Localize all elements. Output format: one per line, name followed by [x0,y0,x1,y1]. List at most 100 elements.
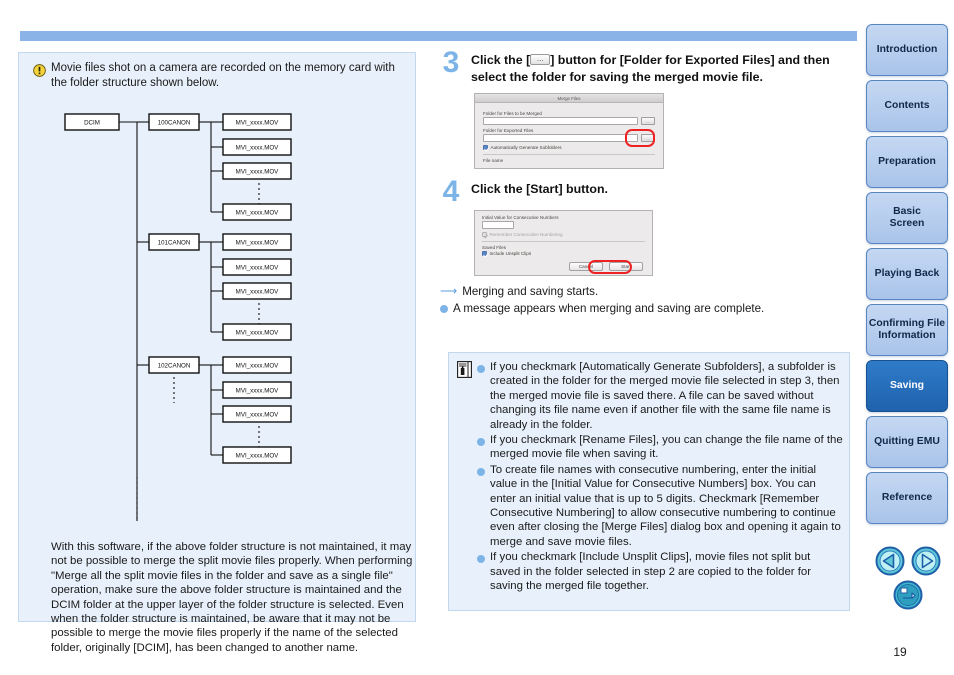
tree-node-label: MVI_xxxx.MOV [236,453,280,460]
export-folder-input[interactable] [483,134,638,142]
sidebar-item-basic-screen[interactable]: Basic Screen [866,192,948,244]
tree-node-label: MVI_xxxx.MOV [236,210,280,217]
return-to-index-icon[interactable] [893,580,923,610]
dialog-button-row: Cancel Start [482,262,645,271]
arrow-icon: ⟶ [440,284,458,298]
dialog-body-2: Initial Value for Consecutive Numbers Re… [475,211,652,275]
note-panel: If you checkmark [Automatically Generate… [448,352,850,611]
bullet-icon [477,365,485,373]
tree-node-file-2-0: MVI_xxxx.MOV [222,356,292,374]
tree-node-label: MVI_xxxx.MOV [236,388,280,395]
source-folder-input[interactable] [483,117,638,125]
source-browse-button[interactable]: ... [641,117,655,125]
caution-note: Movie files shot on a camera are recorde… [33,61,411,90]
tree-node-folder-0: 100CANON [148,113,200,131]
note-item-3: If you checkmark [Include Unsplit Clips]… [477,550,843,593]
dialog-title: Merge Files [475,94,663,103]
dialog-divider [483,154,655,155]
result-item-0: ⟶ Merging and saving starts. [440,284,850,299]
tree-node-label: MVI_xxxx.MOV [236,363,280,370]
remember-numbering-checkbox-row[interactable]: Remember Consecutive Numbering [482,232,645,237]
note-list: If you checkmark [Automatically Generate… [477,360,843,595]
bullet-icon [477,555,485,564]
previous-page-icon[interactable] [875,546,905,576]
step-4-text: Click the [Start] button. [471,182,608,196]
source-folder-row: ... [483,117,655,125]
cancel-button[interactable]: Cancel [569,262,603,271]
bullet-icon [477,467,485,476]
initial-value-label: Initial Value for Consecutive Numbers [482,215,559,220]
folder-tree-diagram: DCIM 100CANON MVI_xxxx.MOV MVI_xxxx.MOV [47,111,317,531]
dialog-body: Folder for Files to be Merged ... Folder… [475,103,663,168]
return-nav-row [872,580,944,610]
result-text: A message appears when merging and savin… [453,302,765,315]
export-browse-button[interactable]: ... [641,134,655,142]
note-icon [457,361,472,378]
merge-files-dialog-screenshot-1: Merge Files Folder for Files to be Merge… [474,93,664,169]
include-unsplit-checkbox-row[interactable]: Include Unsplit Clips [482,251,645,256]
folder-structure-paragraph: With this software, if the above folder … [51,541,413,654]
initial-value-input[interactable] [482,221,514,229]
note-text: If you checkmark [Automatically Generate… [490,361,840,431]
step-3: 3 Click the [] button for [Folder for Ex… [440,46,850,85]
sidebar-item-preparation[interactable]: Preparation [866,136,948,188]
export-folder-row: ... [483,134,655,142]
remember-numbering-label: Remember Consecutive Numbering [489,232,563,237]
tree-node-label: MVI_xxxx.MOV [236,120,280,127]
step-3-text-before: Click the [ [471,53,531,67]
start-button[interactable]: Start [609,262,643,271]
note-item-0: If you checkmark [Automatically Generate… [477,360,843,432]
tree-node-file-0-3: MVI_xxxx.MOV [222,203,292,221]
sidebar-nav: Introduction Contents Preparation Basic … [866,24,948,528]
tree-node-file-2-1: MVI_xxxx.MOV [222,381,292,399]
tree-node-label: DCIM [84,120,100,127]
step-4-number: 4 [442,175,460,208]
note-text: To create file names with consecutive nu… [490,463,841,548]
tree-node-label: MVI_xxxx.MOV [236,265,280,272]
page-nav-controls [872,546,944,610]
sidebar-item-introduction[interactable]: Introduction [866,24,948,76]
step-3-number: 3 [442,46,460,79]
tree-node-label: 102CANON [158,363,191,370]
checkbox-unchecked-icon[interactable] [482,232,487,237]
tree-node-label: MVI_xxxx.MOV [236,169,280,176]
tree-node-label: 100CANON [158,120,191,127]
tree-node-file-0-2: MVI_xxxx.MOV [222,162,292,180]
result-item-1: A message appears when merging and savin… [440,301,850,316]
manual-page: Movie files shot on a camera are recorde… [0,0,954,675]
checkbox-checked-icon[interactable] [483,145,488,150]
auto-subfolders-checkbox-row[interactable]: Automatically Generate Subfolders [483,145,655,150]
page-number: 19 [893,645,907,659]
dialog-divider-2 [482,241,645,242]
note-text: If you checkmark [Rename Files], you can… [490,434,843,461]
sidebar-item-quitting-emu[interactable]: Quitting EMU [866,416,948,468]
result-text: Merging and saving starts. [462,285,599,298]
tree-node-file-2-2: MVI_xxxx.MOV [222,405,292,423]
sidebar-item-contents[interactable]: Contents [866,80,948,132]
tree-node-file-1-2: MVI_xxxx.MOV [222,282,292,300]
sidebar-item-saving[interactable]: Saving [866,360,948,412]
folder-tree-svg: DCIM 100CANON MVI_xxxx.MOV MVI_xxxx.MOV [64,113,292,521]
auto-subfolders-label: Automatically Generate Subfolders [490,145,562,150]
sidebar-item-confirming-file-information[interactable]: Confirming File Information [866,304,948,356]
page-nav-row [872,546,944,576]
tree-node-label: MVI_xxxx.MOV [236,145,280,152]
note-item-1: If you checkmark [Rename Files], you can… [477,433,843,462]
steps-column: 3 Click the [] button for [Folder for Ex… [440,46,850,316]
next-page-icon[interactable] [911,546,941,576]
caution-text: Movie files shot on a camera are recorde… [51,62,395,89]
sidebar-item-reference[interactable]: Reference [866,472,948,524]
include-unsplit-label: Include Unsplit Clips [489,251,532,256]
tree-node-file-1-3: MVI_xxxx.MOV [222,323,292,341]
checkbox-checked-icon[interactable] [482,251,487,256]
sidebar-item-playing-back[interactable]: Playing Back [866,248,948,300]
note-text: If you checkmark [Include Unsplit Clips]… [490,551,812,593]
tree-node-folder-2: 102CANON [148,356,200,374]
saved-files-label: Saved Files [482,245,507,250]
results-list: ⟶ Merging and saving starts. A message a… [440,284,850,316]
tree-node-file-0-1: MVI_xxxx.MOV [222,138,292,156]
tree-node-file-0-0: MVI_xxxx.MOV [222,113,292,131]
note-item-2: To create file names with consecutive nu… [477,463,843,549]
tree-node-root: DCIM [64,113,120,131]
tree-node-folder-1: 101CANON [148,233,200,251]
